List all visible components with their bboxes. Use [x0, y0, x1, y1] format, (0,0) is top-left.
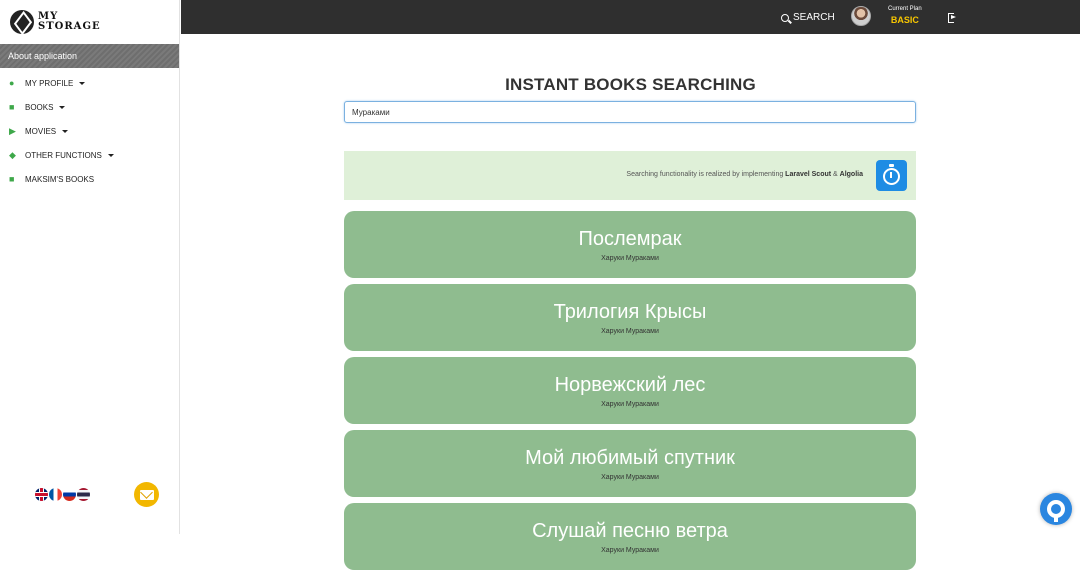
sidebar-item-my-profile[interactable]: ● MY PROFILE [0, 71, 179, 95]
sidebar: MY STORAGE About application ● MY PROFIL… [0, 0, 180, 534]
timer-button[interactable] [876, 160, 907, 191]
book-card[interactable]: Мой любимый спутник Харуки Мураками [344, 430, 916, 497]
book-results-list: Послемрак Харуки Мураками Трилогия Крысы… [344, 211, 916, 576]
sidebar-item-other-functions[interactable]: ◆ OTHER FUNCTIONS [0, 143, 179, 167]
sidebar-item-movies[interactable]: ▶ MOVIES [0, 119, 179, 143]
caret-down-icon [62, 129, 69, 133]
book-card[interactable]: Слушай песню ветра Харуки Мураками [344, 503, 916, 570]
book-title: Трилогия Крысы [553, 301, 707, 323]
envelope-icon [139, 489, 154, 500]
info-prefix: Searching functionality is realized by i… [626, 171, 786, 178]
sidebar-menu: ● MY PROFILE ■ BOOKS ▶ MOVIES ◆ OTHER FU… [0, 71, 179, 191]
user-icon: ● [9, 78, 15, 88]
stopwatch-icon [883, 164, 900, 185]
book-card[interactable]: Норвежский лес Харуки Мураками [344, 357, 916, 424]
sidebar-item-label: MAKSIM'S BOOKS [25, 174, 95, 184]
book-title: Норвежский лес [554, 374, 706, 396]
info-amp: & [831, 171, 840, 178]
book-author: Харуки Мураками [601, 401, 659, 408]
book-title: Слушай песню ветра [532, 520, 728, 542]
plan-label: Current Plan [888, 6, 922, 12]
video-camera-icon: ▶ [9, 126, 16, 136]
info-text: Searching functionality is realized by i… [626, 171, 863, 178]
help-chat-button[interactable] [1040, 493, 1072, 525]
lifebuoy-icon [1047, 500, 1065, 522]
mail-button[interactable] [134, 482, 159, 507]
sidebar-item-books[interactable]: ■ BOOKS [0, 95, 179, 119]
caret-down-icon [59, 105, 66, 109]
page-title: INSTANT BOOKS SEARCHING [505, 75, 756, 94]
logo[interactable]: MY STORAGE [0, 0, 179, 44]
sidebar-item-label: BOOKS [25, 102, 54, 112]
search-info-banner: Searching functionality is realized by i… [344, 151, 916, 200]
cube-logo-icon [10, 10, 34, 34]
logo-text: MY STORAGE [38, 12, 101, 32]
sidebar-item-label: MY PROFILE [25, 78, 74, 88]
sidebar-item-maksims-books[interactable]: ■ MAKSIM'S BOOKS [0, 167, 179, 191]
book-card[interactable]: Трилогия Крысы Харуки Мураками [344, 284, 916, 351]
logo-line-2: STORAGE [38, 21, 101, 32]
caret-down-icon [107, 153, 114, 157]
search-nav-label: SEARCH [793, 12, 835, 23]
book-author: Харуки Мураками [601, 255, 659, 262]
thailand-flag-icon[interactable] [77, 488, 90, 501]
book-author: Харуки Мураками [601, 328, 659, 335]
france-flag-icon[interactable] [49, 488, 62, 501]
ethereum-icon: ◆ [9, 150, 16, 160]
main-content: INSTANT BOOKS SEARCHING Searching functi… [181, 34, 1080, 570]
book-search-input[interactable] [344, 101, 916, 123]
book-title: Мой любимый спутник [525, 447, 735, 469]
search-nav-link[interactable]: SEARCH [781, 12, 835, 23]
uk-flag-icon[interactable] [35, 488, 48, 501]
book-title: Послемрак [578, 228, 682, 250]
russia-flag-icon[interactable] [63, 488, 76, 501]
plan-value: BASIC [890, 15, 919, 25]
about-application-link[interactable]: About application [0, 44, 179, 68]
caret-down-icon [79, 81, 86, 85]
about-label: About application [8, 51, 78, 61]
info-tech-algolia: Algolia [839, 171, 863, 178]
current-plan[interactable]: Current Plan BASIC [888, 6, 922, 25]
book-author: Харуки Мураками [601, 547, 659, 554]
book-author: Харуки Мураками [601, 474, 659, 481]
top-navbar: SEARCH Current Plan BASIC [181, 0, 1080, 34]
sidebar-item-label: MOVIES [25, 126, 57, 136]
language-switcher [35, 488, 90, 501]
book-icon: ■ [9, 174, 15, 184]
book-card[interactable]: Послемрак Харуки Мураками [344, 211, 916, 278]
info-tech-scout: Laravel Scout [785, 171, 832, 178]
search-icon [781, 13, 789, 22]
book-icon: ■ [9, 102, 15, 112]
sidebar-item-label: OTHER FUNCTIONS [25, 150, 102, 160]
logout-icon[interactable] [948, 13, 957, 23]
avatar[interactable] [851, 6, 871, 26]
